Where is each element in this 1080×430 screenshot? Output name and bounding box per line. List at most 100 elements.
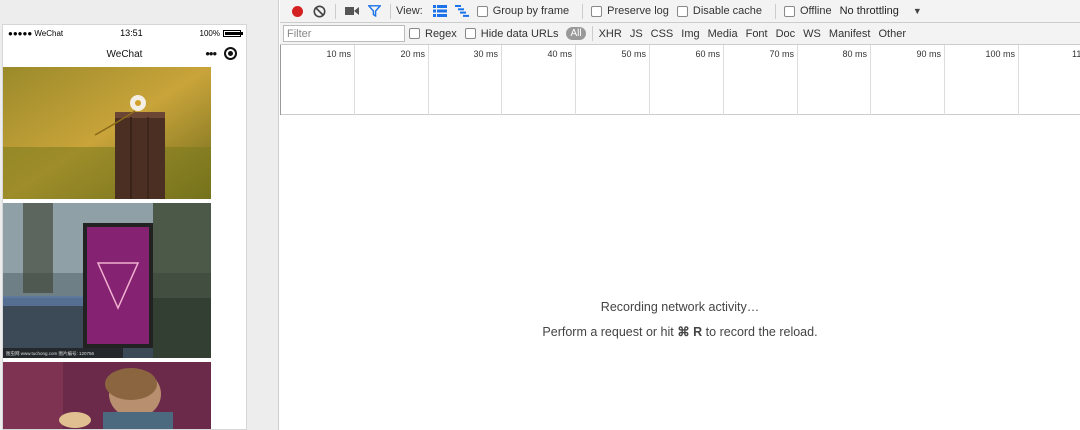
feed-image-flower[interactable]	[3, 67, 211, 199]
type-filter-js[interactable]: JS	[630, 28, 643, 40]
checkbox-box	[464, 28, 476, 39]
filter-input[interactable]	[283, 25, 405, 42]
throttling-select[interactable]: No throttling ▼	[840, 5, 922, 17]
phone-screen: ●●●●● WeChat 13:51 100% WeChat ••• 图虫网 w…	[2, 24, 247, 430]
carrier-label: ●●●●● WeChat	[8, 28, 64, 38]
clear-button[interactable]	[308, 1, 330, 21]
empty-state: Recording network activity… Perform a re…	[280, 300, 1080, 339]
timeline-tick-label: 90 ms	[916, 49, 941, 59]
view-label: View:	[396, 5, 423, 17]
record-icon	[291, 5, 303, 17]
timeline-tick-label: 10 ms	[326, 49, 351, 59]
regex-checkbox[interactable]: Regex	[409, 28, 457, 40]
preserve-log-label: Preserve log	[607, 5, 669, 17]
disable-cache-checkbox[interactable]: Disable cache	[676, 5, 762, 17]
checkbox-box	[591, 5, 603, 17]
type-filter-doc[interactable]: Doc	[776, 28, 796, 40]
timeline-overview[interactable]: 10 ms 20 ms 30 ms 40 ms 50 ms 60 ms 70 ms 80 ms…	[280, 45, 1080, 115]
clear-icon	[313, 5, 325, 17]
type-filter-all[interactable]: All	[566, 27, 586, 40]
timeline-tick-label: 40 ms	[547, 49, 572, 59]
timeline-tick-label: 60 ms	[695, 49, 720, 59]
feed-image-billboard[interactable]: 图虫网 www.tuchong.com 图片编号: 120756	[3, 203, 211, 358]
chevron-down-icon: ▼	[912, 6, 922, 16]
hint-suffix: to record the reload.	[702, 325, 818, 339]
type-filter-ws[interactable]: WS	[803, 28, 821, 40]
capture-screenshots-button[interactable]	[341, 1, 363, 21]
clock: 13:51	[120, 28, 143, 38]
offline-label: Offline	[799, 5, 832, 17]
timeline-tick-label: 50 ms	[621, 49, 646, 59]
timeline-gridline	[870, 45, 871, 115]
toolbar-divider	[335, 3, 336, 19]
timeline-tick-label: 30 ms	[473, 49, 498, 59]
timeline-gridline	[723, 45, 724, 115]
status-bar: ●●●●● WeChat 13:51 100%	[3, 25, 246, 41]
timeline-gridline	[501, 45, 502, 115]
timeline-gridline	[649, 45, 650, 115]
preserve-log-checkbox[interactable]: Preserve log	[591, 5, 669, 17]
type-filter-img[interactable]: Img	[681, 28, 699, 40]
nav-title: WeChat	[106, 48, 143, 60]
regex-label: Regex	[425, 27, 457, 40]
timeline-start-line	[280, 45, 281, 115]
battery-status: 100%	[199, 28, 243, 38]
battery-icon	[223, 29, 243, 37]
throttling-value: No throttling	[839, 5, 899, 17]
list-view-icon	[432, 5, 447, 17]
timeline-tick-label: 80 ms	[842, 49, 867, 59]
toolbar-divider	[774, 3, 776, 19]
feed-image-child[interactable]	[3, 362, 211, 429]
type-filter-font[interactable]: Font	[746, 28, 768, 40]
type-filter-xhr[interactable]: XHR	[599, 28, 622, 40]
timeline-tick-label: 70 ms	[769, 49, 794, 59]
large-rows-button[interactable]	[429, 1, 451, 21]
image-caption: 图虫网 www.tuchong.com 图片编号: 120756	[6, 350, 95, 357]
timeline-gridline	[944, 45, 945, 115]
devtools-window: ●●●●● WeChat 13:51 100% WeChat ••• 图虫网 w…	[0, 0, 1080, 430]
timeline-tick-label: 20 ms	[400, 49, 425, 59]
reload-hint: Perform a request or hit ⌘ R to record t…	[280, 324, 1080, 339]
type-filter-other[interactable]: Other	[878, 28, 906, 40]
nav-bar: WeChat •••	[3, 41, 246, 67]
hide-data-urls-label: Hide data URLs	[480, 27, 559, 40]
timeline-gridline	[1018, 45, 1019, 115]
offline-checkbox[interactable]: Offline	[783, 5, 832, 17]
type-filter-css[interactable]: CSS	[651, 28, 674, 40]
toolbar-divider	[582, 3, 584, 19]
checkbox-box	[783, 5, 795, 17]
timeline-tick-label: 110	[1072, 49, 1080, 59]
battery-fill	[225, 31, 241, 35]
record-button[interactable]	[286, 1, 308, 21]
disable-cache-label: Disable cache	[692, 5, 762, 17]
filter-divider	[591, 26, 593, 41]
timeline-gridline	[575, 45, 576, 115]
timeline-tick-label: 100 ms	[985, 49, 1015, 59]
recording-message: Recording network activity…	[600, 300, 760, 314]
group-by-frame-label: Group by frame	[492, 5, 570, 17]
type-filter-media[interactable]: Media	[708, 28, 738, 40]
type-filter-manifest[interactable]: Manifest	[829, 28, 871, 40]
hint-prefix: Perform a request or hit	[542, 325, 678, 339]
more-menu-icon[interactable]: •••	[205, 46, 217, 61]
network-toolbar: View: Group by frame Preserve log Disabl…	[280, 0, 1080, 23]
simulator-pane: ●●●●● WeChat 13:51 100% WeChat ••• 图虫网 w…	[0, 0, 279, 430]
battery-percent: 100%	[199, 28, 220, 38]
timeline-gridline	[797, 45, 798, 115]
reload-shortcut: ⌘ R	[677, 325, 703, 339]
waterfall-view-icon	[454, 5, 469, 17]
hide-data-urls-checkbox[interactable]: Hide data URLs	[464, 27, 559, 40]
toolbar-divider	[390, 3, 391, 19]
filter-bar: Regex Hide data URLs All XHR JS CSS Img …	[280, 23, 1080, 45]
funnel-icon	[367, 5, 381, 17]
filter-toggle-button[interactable]	[363, 1, 385, 21]
checkbox-box	[409, 28, 420, 39]
timeline-gridline	[428, 45, 429, 115]
close-capsule-icon[interactable]	[224, 47, 237, 60]
group-by-frame-checkbox[interactable]: Group by frame	[476, 5, 570, 17]
timeline-gridline	[354, 45, 355, 115]
overview-button[interactable]	[451, 1, 473, 21]
video-camera-icon	[345, 7, 359, 15]
checkbox-box	[676, 5, 688, 17]
checkbox-box	[476, 5, 488, 17]
